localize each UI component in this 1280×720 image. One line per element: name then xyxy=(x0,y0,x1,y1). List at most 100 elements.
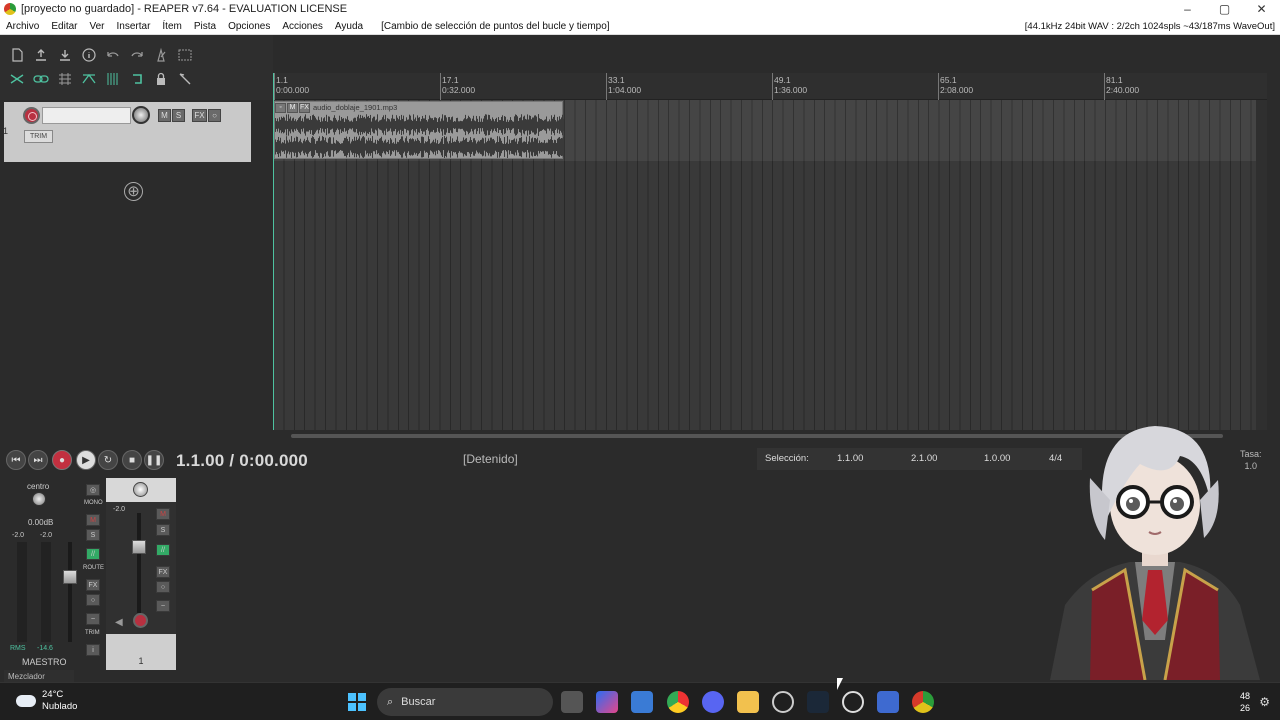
play-button[interactable]: ▶ xyxy=(76,450,96,470)
go-to-start-button[interactable]: ⏮ xyxy=(6,450,26,470)
menu-pista[interactable]: Pista xyxy=(188,21,222,32)
chrome-icon[interactable] xyxy=(667,691,689,713)
menu-item[interactable]: Ítem xyxy=(156,21,187,32)
solo-button[interactable]: S xyxy=(172,109,185,122)
crossfade-icon xyxy=(82,73,96,84)
open-project-button[interactable] xyxy=(32,46,50,64)
window-controls: – ▢ ✕ xyxy=(1169,0,1280,18)
ripple-edit-button[interactable] xyxy=(8,70,26,88)
system-clock[interactable]: 48 26 xyxy=(1240,690,1250,714)
ruler-mark: 81.1 2:40.000 xyxy=(1106,75,1140,95)
track-name-input[interactable] xyxy=(42,107,131,124)
stop-button[interactable]: ■ xyxy=(122,450,142,470)
fx-button[interactable]: FX xyxy=(192,109,207,122)
playback-position[interactable]: 1.1.00 / 0:00.000 xyxy=(176,451,308,471)
master-solo-button[interactable]: S xyxy=(86,529,100,541)
track-number: 1 xyxy=(3,126,9,136)
maximize-button[interactable]: ▢ xyxy=(1206,0,1243,18)
item-fx-button[interactable]: FX xyxy=(299,102,310,113)
pan-knob[interactable] xyxy=(32,492,46,506)
record-arm-button[interactable] xyxy=(23,107,40,124)
channel-name-area[interactable]: 1 xyxy=(106,634,176,670)
channel-mute-button[interactable]: M xyxy=(156,508,170,520)
menu-ayuda[interactable]: Ayuda xyxy=(329,21,369,32)
master-fx-button[interactable]: FX xyxy=(86,579,100,591)
save-project-button[interactable] xyxy=(56,46,74,64)
file-explorer-icon[interactable] xyxy=(737,691,759,713)
item-mute-button[interactable]: M xyxy=(287,102,298,113)
timeline-ruler[interactable]: 1.1 0:00.000 17.1 0:32.000 33.1 1:04.000 49… xyxy=(273,73,1267,100)
undo-button[interactable] xyxy=(104,46,122,64)
vegas-icon[interactable] xyxy=(877,691,899,713)
media-item[interactable]: ◦ M FX audio_doblaje_1901.mp3 xyxy=(274,101,564,159)
master-mute-button[interactable]: M xyxy=(86,514,100,526)
record-button[interactable]: ● xyxy=(52,450,72,470)
master-mono-button[interactable]: ◎ xyxy=(86,484,100,496)
master-fx-bypass-icon[interactable]: ○ xyxy=(86,594,100,606)
redo-button[interactable] xyxy=(128,46,146,64)
channel-fx-button[interactable]: FX xyxy=(156,566,170,578)
channel-solo-button[interactable]: S xyxy=(156,524,170,536)
fx-bypass-icon[interactable]: ○ xyxy=(208,109,221,122)
menu-archivo[interactable]: Archivo xyxy=(0,21,45,32)
store-icon[interactable] xyxy=(631,691,653,713)
master-fader[interactable] xyxy=(63,570,77,584)
master-route-button[interactable]: // xyxy=(86,548,100,560)
vertical-scrollbar[interactable] xyxy=(1256,100,1267,430)
loop-points-button[interactable] xyxy=(128,70,146,88)
arrange-view[interactable]: 1.1 0:00.000 17.1 0:32.000 33.1 1:04.000 49… xyxy=(273,73,1267,430)
channel-pan-knob[interactable] xyxy=(133,482,148,497)
obs-icon[interactable] xyxy=(772,691,794,713)
channel-fx-bypass-icon[interactable]: ○ xyxy=(156,581,170,593)
pause-button[interactable]: ❚❚ xyxy=(144,450,164,470)
automation-trim-button[interactable]: TRIM xyxy=(24,130,53,143)
menu-opciones[interactable]: Opciones xyxy=(222,21,276,32)
menu-acciones[interactable]: Acciones xyxy=(276,21,329,32)
reaper-taskbar-icon[interactable] xyxy=(912,691,934,713)
copilot-icon[interactable] xyxy=(596,691,618,713)
go-to-end-button[interactable]: ⏭ xyxy=(28,450,48,470)
menu-insertar[interactable]: Insertar xyxy=(111,21,157,32)
task-view-icon[interactable] xyxy=(561,691,583,713)
rms-value: -14.6 xyxy=(37,645,53,652)
volume-knob[interactable] xyxy=(132,106,150,124)
project-settings-button[interactable] xyxy=(80,46,98,64)
selection-length[interactable]: 1.0.00 xyxy=(984,453,1010,464)
grid-button[interactable] xyxy=(176,46,194,64)
start-icon[interactable] xyxy=(346,691,368,713)
mute-button[interactable]: M xyxy=(158,109,171,122)
add-track-icon[interactable]: ⊕ xyxy=(124,182,143,201)
mixer-tab[interactable]: Mezclador xyxy=(4,670,74,682)
selection-end[interactable]: 2.1.00 xyxy=(911,453,937,464)
steam-icon[interactable] xyxy=(807,691,829,713)
taskbar-search[interactable]: ⌕ Buscar xyxy=(377,688,553,716)
discord-icon[interactable] xyxy=(702,691,724,713)
master-info-button[interactable]: i xyxy=(86,644,100,656)
menu-ver[interactable]: Ver xyxy=(83,21,110,32)
free-positioning-button[interactable] xyxy=(176,70,194,88)
channel-record-arm-button[interactable] xyxy=(133,613,148,628)
envelope-points-button[interactable] xyxy=(104,70,122,88)
app-icon[interactable] xyxy=(842,691,864,713)
weather-widget[interactable]: 24°C Nublado xyxy=(16,689,77,713)
audio-device-status[interactable]: [44.1kHz 24bit WAV : 2/2ch 1024spls ~43/… xyxy=(1025,21,1275,32)
item-grouping-button[interactable] xyxy=(32,70,50,88)
track-1[interactable]: 1 M S FX ○ TRIM xyxy=(3,102,251,162)
close-button[interactable]: ✕ xyxy=(1243,0,1280,18)
item-lock-icon[interactable]: ◦ xyxy=(275,102,286,113)
selection-start[interactable]: 1.1.00 xyxy=(837,453,863,464)
channel-route-button[interactable]: // xyxy=(156,544,170,556)
master-env-button[interactable]: ~ xyxy=(86,613,100,625)
loop-toggle-button[interactable]: ↻ xyxy=(98,450,118,470)
lock-button[interactable] xyxy=(152,70,170,88)
menu-editar[interactable]: Editar xyxy=(45,21,83,32)
snap-button[interactable] xyxy=(56,70,74,88)
minimize-button[interactable]: – xyxy=(1169,0,1206,18)
channel-fader[interactable] xyxy=(132,540,146,554)
settings-gear-icon[interactable]: ⚙ xyxy=(1259,695,1270,709)
new-project-button[interactable] xyxy=(8,46,26,64)
metronome-button[interactable] xyxy=(152,46,170,64)
channel-env-button[interactable]: ~ xyxy=(156,600,170,612)
speaker-icon[interactable]: ◀ xyxy=(115,617,123,628)
auto-crossfade-button[interactable] xyxy=(80,70,98,88)
